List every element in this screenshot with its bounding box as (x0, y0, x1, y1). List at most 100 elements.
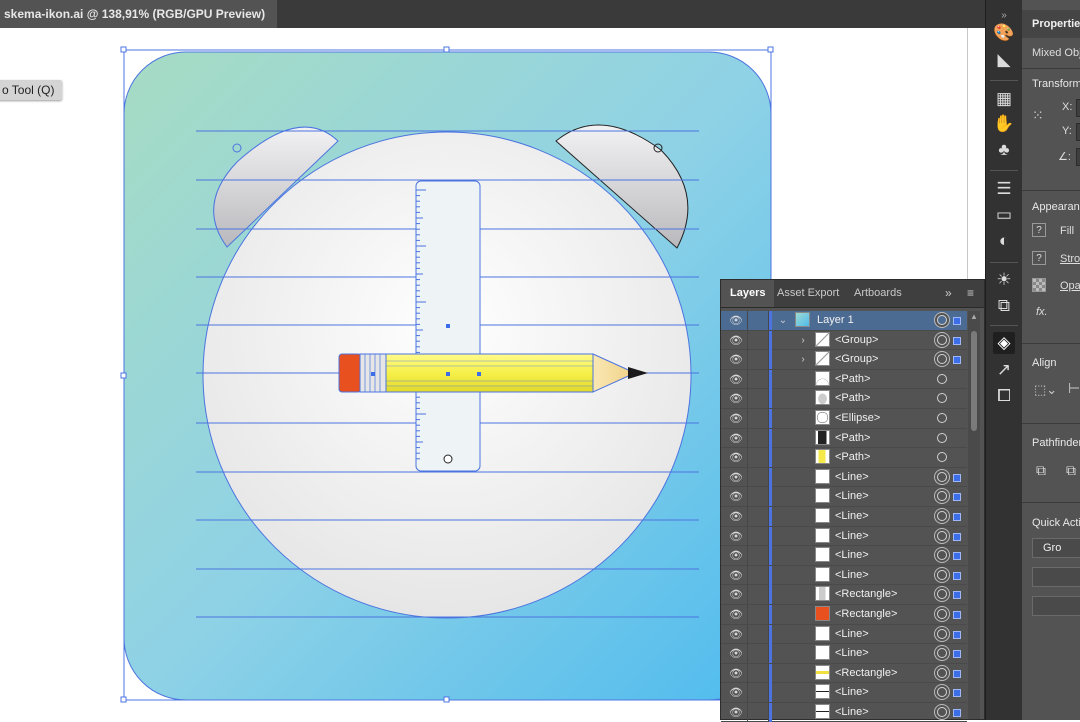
selection-indicator[interactable] (953, 591, 961, 600)
layer-row[interactable]: 👁 <Rectangle> (721, 663, 967, 684)
tab-asset-export[interactable]: Asset Export (768, 280, 848, 307)
target-circle-icon[interactable] (937, 373, 947, 384)
export-icon[interactable]: ↗ (993, 359, 1015, 381)
layer-row[interactable]: 👁 › <Group> (721, 350, 967, 370)
group-button[interactable]: Gro (1032, 538, 1080, 558)
minus-front-icon[interactable]: ⧉ (1066, 462, 1076, 479)
target-circle-icon[interactable] (937, 334, 947, 345)
quick-action-button-2[interactable] (1032, 567, 1080, 587)
layer-row[interactable]: 👁 <Path> (721, 389, 967, 409)
target-circle-icon[interactable] (937, 589, 947, 600)
properties-tab[interactable]: Properties (1022, 10, 1080, 38)
target-circle-icon[interactable] (937, 530, 947, 541)
quick-action-button-3[interactable] (1032, 596, 1080, 616)
layer-row[interactable]: 👁 <Path> (721, 428, 967, 449)
visibility-eye-icon[interactable]: 👁 (727, 449, 745, 467)
collapse-panel-icon[interactable]: » (945, 280, 952, 307)
gradient-icon[interactable]: ▭ (993, 204, 1015, 226)
fx-button[interactable]: fx. (1036, 306, 1048, 318)
lock-toggle[interactable] (747, 389, 769, 409)
layers-icon[interactable]: ◈ (993, 332, 1015, 354)
layer-row[interactable]: 👁 <Rectangle> (721, 585, 967, 605)
opacity-label[interactable]: Opac (1060, 280, 1080, 292)
lock-toggle[interactable] (747, 526, 769, 546)
fill-swatch[interactable]: ? (1032, 223, 1046, 237)
layer-row[interactable]: 👁 <Line> (721, 683, 967, 703)
target-circle-icon[interactable] (937, 667, 947, 678)
layer-row[interactable]: 👁 <Line> (721, 644, 967, 664)
target-circle-icon[interactable] (937, 550, 947, 561)
selection-indicator[interactable] (953, 650, 961, 659)
lock-toggle[interactable] (747, 624, 769, 644)
lock-toggle[interactable] (747, 585, 769, 605)
selection-indicator[interactable] (953, 493, 961, 502)
reference-point-icon[interactable]: ⁙ (1032, 107, 1044, 124)
visibility-eye-icon[interactable]: 👁 (727, 508, 745, 526)
layer-row[interactable]: 👁 › <Group> (721, 330, 967, 351)
selection-indicator[interactable] (953, 552, 961, 561)
lock-toggle[interactable] (747, 428, 769, 448)
visibility-eye-icon[interactable]: 👁 (727, 390, 745, 408)
selection-indicator[interactable] (953, 512, 961, 521)
layer-row[interactable]: 👁 <Line> (721, 467, 967, 488)
stroke-label[interactable]: Strok (1060, 253, 1080, 265)
visibility-eye-icon[interactable]: 👁 (727, 488, 745, 506)
target-circle-icon[interactable] (937, 706, 947, 717)
layer-row[interactable]: 👁 <Line> (721, 526, 967, 547)
target-circle-icon[interactable] (937, 648, 947, 659)
visibility-eye-icon[interactable]: 👁 (727, 332, 745, 350)
lock-toggle[interactable] (747, 663, 769, 683)
visibility-eye-icon[interactable]: 👁 (727, 626, 745, 644)
puppet-icon[interactable]: ✋ (993, 113, 1015, 135)
layer-row[interactable]: 👁 ⌄ Layer 1 (721, 311, 967, 331)
selection-indicator[interactable] (953, 571, 961, 580)
target-circle-icon[interactable] (937, 315, 947, 325)
visibility-eye-icon[interactable]: 👁 (727, 410, 745, 428)
layer-row[interactable]: 👁 <Ellipse> (721, 408, 967, 429)
visibility-eye-icon[interactable]: 👁 (727, 371, 745, 389)
fill-label[interactable]: Fill (1060, 225, 1074, 237)
target-circle-icon[interactable] (937, 393, 947, 404)
lock-toggle[interactable] (747, 311, 769, 330)
visibility-eye-icon[interactable]: 👁 (727, 430, 745, 448)
selection-indicator[interactable] (953, 336, 961, 345)
tab-layers[interactable]: Layers (721, 280, 775, 307)
selection-indicator[interactable] (953, 532, 961, 541)
selection-indicator[interactable] (953, 473, 961, 482)
visibility-eye-icon[interactable]: 👁 (727, 567, 745, 585)
visibility-eye-icon[interactable]: 👁 (727, 528, 745, 546)
lock-toggle[interactable] (747, 448, 769, 468)
x-field[interactable] (1076, 99, 1080, 117)
target-circle-icon[interactable] (937, 432, 947, 443)
layer-row[interactable]: 👁 <Line> (721, 487, 967, 507)
lock-toggle[interactable] (747, 408, 769, 428)
lock-toggle[interactable] (747, 644, 769, 664)
target-circle-icon[interactable] (937, 491, 947, 502)
lock-toggle[interactable] (747, 546, 769, 566)
align-grid-icon[interactable]: ▦ (993, 88, 1015, 110)
layer-row[interactable]: 👁 <Line> (721, 506, 967, 527)
visibility-eye-icon[interactable]: 👁 (727, 351, 745, 369)
lock-toggle[interactable] (747, 702, 769, 722)
scroll-up-icon[interactable]: ▲ (969, 312, 979, 322)
stroke-swatch[interactable]: ? (1032, 251, 1046, 265)
lock-toggle[interactable] (747, 467, 769, 487)
visibility-eye-icon[interactable]: 👁 (727, 645, 745, 663)
layers-scrollbar[interactable]: ▲ (968, 311, 980, 719)
palette-icon[interactable]: 🎨 (993, 22, 1015, 44)
selection-indicator[interactable] (953, 356, 961, 365)
align-left-icon[interactable]: ⊢ (1068, 380, 1080, 397)
lock-toggle[interactable] (747, 683, 769, 703)
tab-artboards[interactable]: Artboards (845, 280, 911, 307)
target-circle-icon[interactable] (937, 687, 947, 698)
selection-indicator[interactable] (953, 317, 961, 325)
layer-row[interactable]: 👁 <Line> (721, 624, 967, 645)
lock-toggle[interactable] (747, 330, 769, 350)
y-field[interactable] (1076, 123, 1080, 141)
lock-toggle[interactable] (747, 487, 769, 507)
lock-toggle[interactable] (747, 369, 769, 389)
club-icon[interactable]: ♣ (993, 139, 1015, 161)
target-circle-icon[interactable] (937, 510, 947, 521)
layer-row[interactable]: 👁 <Line> (721, 546, 967, 566)
layer-row[interactable]: 👁 <Line> (721, 565, 967, 586)
